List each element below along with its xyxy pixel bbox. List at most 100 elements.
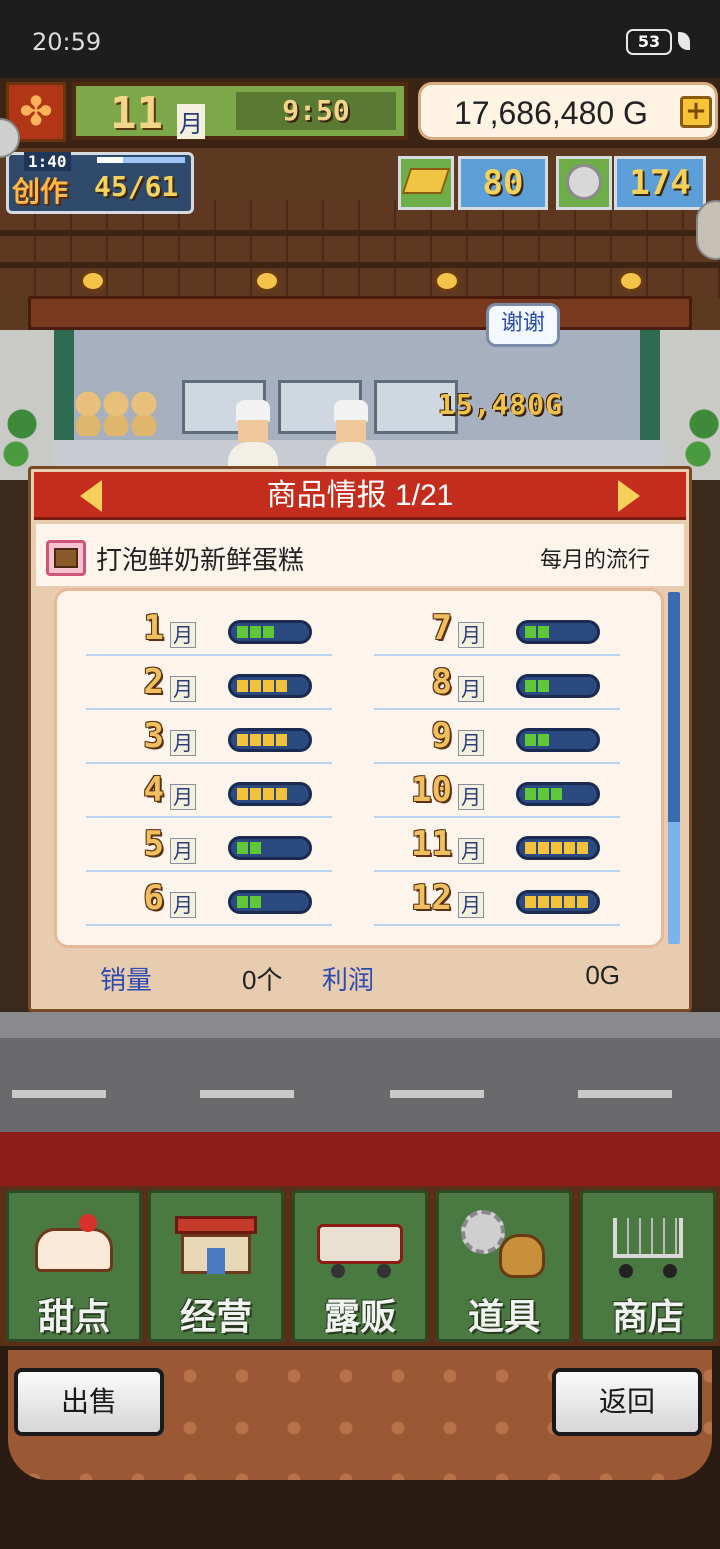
popularity-segment	[525, 680, 536, 692]
lantern-icon	[80, 270, 106, 292]
month-number: 9	[431, 716, 452, 756]
profit-label: 利润	[322, 965, 375, 995]
current-month: 11	[110, 88, 163, 139]
popularity-segment	[538, 680, 549, 692]
month-unit: 月	[458, 892, 484, 918]
profit-value: 0G	[585, 960, 620, 990]
lantern-icon	[618, 270, 644, 292]
popularity-segment	[551, 896, 562, 908]
menu-label: 露贩	[323, 1297, 396, 1338]
row-divider	[374, 924, 620, 926]
lantern-icon	[434, 270, 460, 292]
popularity-meter	[516, 674, 600, 698]
add-money-button[interactable]: +	[680, 96, 712, 128]
shop-icon	[171, 1206, 261, 1280]
row-divider	[374, 654, 620, 656]
chef-character	[326, 400, 376, 466]
sales-label: 销量	[100, 965, 153, 995]
month-trend-row: 9月	[0, 716, 720, 770]
month-unit: 月	[458, 784, 484, 810]
gold-count: 80	[458, 156, 548, 210]
popularity-meter	[516, 728, 600, 752]
month-unit: 月	[458, 622, 484, 648]
month-trend-row: 12 月	[0, 878, 720, 932]
popularity-segment	[538, 788, 549, 800]
month-unit: 月	[458, 838, 484, 864]
roof-line	[0, 230, 720, 236]
popularity-segment	[564, 896, 575, 908]
road-marking	[390, 1090, 484, 1098]
month-number: 10	[411, 770, 452, 810]
shopping-cart-icon	[603, 1206, 693, 1280]
game-clock: 9:50	[236, 92, 396, 130]
popularity-segment	[577, 896, 588, 908]
status-bar	[0, 0, 720, 78]
prev-arrow-icon[interactable]	[80, 480, 102, 512]
popularity-segment	[525, 842, 536, 854]
popularity-segment	[538, 626, 549, 638]
popularity-segment	[525, 734, 536, 746]
row-divider	[374, 816, 620, 818]
creation-progress-bar	[96, 156, 186, 164]
bread-display	[74, 390, 160, 436]
shop-eave	[28, 296, 692, 330]
road-marking	[12, 1090, 106, 1098]
month-trend-row: 10 月	[0, 770, 720, 824]
menu-label: 经营	[179, 1297, 252, 1338]
month-trend-row: 8月	[0, 662, 720, 716]
product-name: 打泡鲜奶新鲜蛋糕	[96, 545, 305, 575]
medal-icon	[566, 164, 602, 200]
row-divider	[374, 762, 620, 764]
side-menu-handle-right[interactable]	[696, 200, 720, 260]
month-unit: 月	[177, 104, 205, 139]
sales-value: 0个	[242, 965, 283, 995]
month-number: 8	[431, 662, 452, 702]
month-number: 12	[411, 878, 452, 918]
gold-bar-icon	[401, 168, 451, 194]
month-number: 11	[411, 824, 452, 864]
popularity-segment	[525, 788, 536, 800]
creation-timer: 1:40	[24, 152, 71, 171]
row-divider	[374, 708, 620, 710]
medal-count: 174	[614, 156, 706, 210]
earned-money-popup: 15,480G	[438, 388, 564, 421]
lantern-icon	[254, 270, 280, 292]
cake-box-icon	[54, 548, 78, 568]
creation-count: 45/61	[94, 170, 179, 203]
gear-bag-icon	[459, 1206, 549, 1280]
month-unit: 月	[458, 676, 484, 702]
roof-line	[0, 262, 720, 268]
popularity-segment	[551, 788, 562, 800]
food-truck-icon	[315, 1206, 405, 1280]
sidewalk	[0, 1012, 720, 1038]
chef-character	[228, 400, 278, 466]
menu-label: 甜点	[37, 1297, 110, 1338]
popularity-segment	[538, 842, 549, 854]
popularity-segment	[551, 842, 562, 854]
back-button[interactable]: 返回	[552, 1368, 702, 1436]
decorative-strip	[0, 1132, 720, 1186]
creation-progress-fill	[97, 157, 124, 163]
status-time: 20:59	[32, 28, 102, 56]
sell-button[interactable]: 出售	[14, 1368, 164, 1436]
monthly-trend-label: 每月的流行	[540, 547, 651, 572]
popularity-segment	[538, 896, 549, 908]
speech-bubble: 谢谢	[486, 303, 560, 347]
popularity-meter	[516, 620, 600, 644]
panel-title: 商品情报 1/21	[266, 479, 454, 512]
row-divider	[374, 870, 620, 872]
month-trend-row: 11 月	[0, 824, 720, 878]
month-unit: 月	[458, 730, 484, 756]
creation-label: 创作	[12, 175, 69, 208]
road-marking	[200, 1090, 294, 1098]
popularity-meter	[516, 782, 600, 806]
road-marking	[578, 1090, 672, 1098]
menu-label: 道具	[467, 1297, 540, 1338]
popularity-meter	[516, 890, 600, 914]
popularity-segment	[525, 626, 536, 638]
next-arrow-icon[interactable]	[618, 480, 640, 512]
month-number: 7	[431, 608, 452, 648]
money-value: 17,686,480 G	[454, 95, 648, 131]
cake-icon	[29, 1206, 119, 1280]
popularity-segment	[525, 896, 536, 908]
